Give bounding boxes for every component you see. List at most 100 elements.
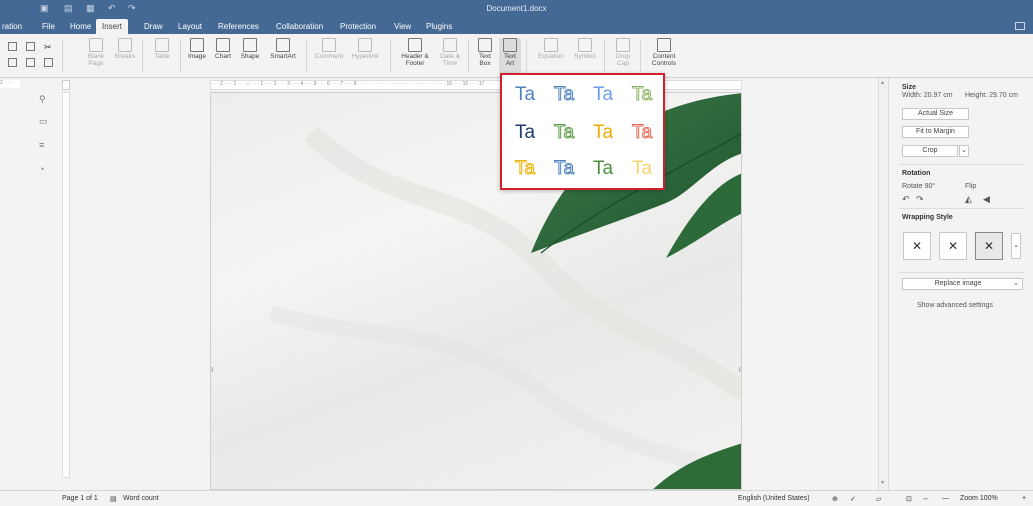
comments-icon[interactable]: ▭ xyxy=(39,116,49,126)
symbol-button[interactable]: Symbol xyxy=(570,38,600,60)
copy-icon[interactable] xyxy=(26,42,35,51)
textart-style[interactable]: Ta xyxy=(545,155,583,183)
breaks-button[interactable]: Breaks xyxy=(112,38,138,60)
tab-integration[interactable]: ration xyxy=(0,19,28,34)
scroll-up-icon[interactable]: ▲ xyxy=(880,80,886,86)
smartart-icon xyxy=(276,38,290,52)
wrap-more-icon[interactable]: ⌄ xyxy=(1011,233,1021,259)
fit-width-icon[interactable]: ↔ xyxy=(922,495,929,502)
textart-style[interactable]: Ta xyxy=(506,81,544,109)
fit-page-icon[interactable]: ⊡ xyxy=(906,495,912,503)
cut-icon[interactable]: ✂ xyxy=(44,42,53,52)
tab-collaboration[interactable]: Collaboration xyxy=(270,19,329,34)
tab-file[interactable]: File xyxy=(36,19,61,34)
zoom-level[interactable]: Zoom 100% xyxy=(960,495,998,502)
text-art-button[interactable]: Text Art xyxy=(499,38,521,74)
tab-stop-selector[interactable] xyxy=(62,80,70,90)
title-bar: ▣ ▤ ▦ ↶ ↷ Document1.docx xyxy=(0,0,1033,18)
scroll-down-icon[interactable]: ▼ xyxy=(880,480,886,486)
word-count-label[interactable]: Word count xyxy=(123,495,159,502)
tab-view[interactable]: View xyxy=(388,19,417,34)
hyperlink-button[interactable]: Hyperlink xyxy=(347,38,383,60)
tab-home[interactable]: Home xyxy=(64,19,97,34)
table-icon xyxy=(155,38,169,52)
rotate-right-icon[interactable]: ↷ xyxy=(916,194,924,205)
header-footer-button[interactable]: Header & Footer xyxy=(396,38,434,67)
zoom-in-icon[interactable]: + xyxy=(1022,495,1026,502)
tab-references[interactable]: References xyxy=(212,19,265,34)
content-controls-button[interactable]: Content Controls xyxy=(646,38,682,67)
tab-plugins[interactable]: Plugins xyxy=(420,19,458,34)
navigation-icon[interactable]: ≡ xyxy=(39,140,49,150)
shape-icon xyxy=(243,38,257,52)
feedback-icon[interactable]: ◔ xyxy=(39,164,49,174)
crop-dropdown-icon[interactable]: ⌄ xyxy=(959,145,969,157)
shape-button[interactable]: Shape xyxy=(237,38,263,60)
track-changes-icon[interactable]: ▱ xyxy=(876,495,881,503)
tab-draw[interactable]: Draw xyxy=(138,19,169,34)
format-painter-icon[interactable] xyxy=(26,58,35,67)
crop-button[interactable]: Crop xyxy=(902,145,958,157)
resize-handle-right[interactable] xyxy=(739,367,741,372)
tab-layout[interactable]: Layout xyxy=(172,19,208,34)
date-time-button[interactable]: Date & Time xyxy=(436,38,464,67)
text-box-button[interactable]: Text Box xyxy=(474,38,496,67)
wrap-behind-icon[interactable]: ✕ xyxy=(975,232,1003,260)
comment-button[interactable]: Comment xyxy=(313,38,345,60)
image-settings-panel: Size Width: 20.97 cm Height: 29.70 cm Ac… xyxy=(888,78,1033,490)
textart-style[interactable]: Ta xyxy=(584,119,622,147)
textart-style[interactable]: Ta xyxy=(623,119,661,147)
actual-size-button[interactable]: Actual Size xyxy=(902,108,969,120)
search-icon[interactable]: ⚲ xyxy=(39,94,49,104)
clear-format-icon[interactable] xyxy=(44,58,53,67)
toolbar-separator xyxy=(180,40,181,72)
textart-style[interactable]: Ta xyxy=(545,119,583,147)
divider xyxy=(899,164,1025,165)
drop-cap-button[interactable]: Drop Cap xyxy=(610,38,636,67)
textart-style[interactable]: Ta xyxy=(623,81,661,109)
chart-button[interactable]: Chart xyxy=(211,38,235,60)
page-indicator[interactable]: Page 1 of 1 xyxy=(62,495,98,502)
text-art-icon xyxy=(503,38,517,52)
textart-style[interactable]: Ta xyxy=(584,155,622,183)
drop-cap-icon xyxy=(616,38,630,52)
chart-icon xyxy=(216,38,230,52)
tab-protection[interactable]: Protection xyxy=(334,19,382,34)
wrap-square-icon[interactable]: ✕ xyxy=(939,232,967,260)
spellcheck-icon[interactable]: ✓ xyxy=(850,495,856,503)
divider xyxy=(899,208,1025,209)
advanced-settings-link[interactable]: Show advanced settings xyxy=(917,302,993,309)
equation-button[interactable]: Equation xyxy=(534,38,568,60)
zoom-out-icon[interactable]: — xyxy=(942,495,949,502)
toolbar-separator xyxy=(526,40,527,72)
textart-style[interactable]: Ta xyxy=(506,155,544,183)
divider xyxy=(899,272,1025,273)
vertical-ruler[interactable] xyxy=(62,92,70,478)
date-time-icon xyxy=(443,38,457,52)
textart-style[interactable]: Ta xyxy=(584,81,622,109)
blank-page-button[interactable]: Blank Page xyxy=(84,38,108,67)
globe-icon[interactable]: ⊕ xyxy=(832,495,838,503)
chevron-down-icon: ⌄ xyxy=(1013,280,1019,287)
open-sidebar-icon[interactable] xyxy=(1015,22,1025,30)
left-panel: ⚲ ▭ ≡ ◔ xyxy=(0,78,64,490)
table-button[interactable]: Table xyxy=(150,38,174,60)
left-ruler-stub: 2 · · · xyxy=(0,80,20,88)
vertical-scrollbar[interactable]: ▲ ▼ xyxy=(878,78,887,490)
rotate-left-icon[interactable]: ↶ xyxy=(902,194,910,205)
textart-style[interactable]: Ta xyxy=(623,155,661,183)
flip-vertical-icon[interactable]: ◀ xyxy=(983,194,990,205)
wrap-inline-icon[interactable]: ✕ xyxy=(903,232,931,260)
flip-horizontal-icon[interactable]: ◭ xyxy=(965,194,972,205)
language-selector[interactable]: English (United States) xyxy=(738,495,810,502)
image-button[interactable]: Image xyxy=(185,38,209,60)
smartart-button[interactable]: SmartArt xyxy=(266,38,300,60)
textart-style[interactable]: Ta xyxy=(506,119,544,147)
textart-style[interactable]: Ta xyxy=(545,81,583,109)
fit-to-margin-button[interactable]: Fit to Margin xyxy=(902,126,969,138)
word-count-icon[interactable]: ▤ xyxy=(110,495,117,503)
paste-icon[interactable] xyxy=(8,42,17,51)
select-all-icon[interactable] xyxy=(8,58,17,67)
replace-image-button[interactable]: Replace image ⌄ xyxy=(902,278,1023,290)
tab-insert[interactable]: Insert xyxy=(96,19,129,34)
